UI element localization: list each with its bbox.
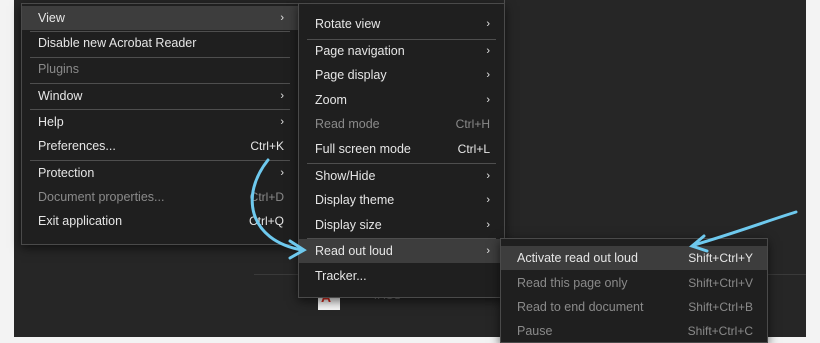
- curved-arrow-icon: [250, 158, 307, 260]
- curved-arrow-icon: [688, 210, 798, 253]
- annotation-arrows: [250, 158, 798, 260]
